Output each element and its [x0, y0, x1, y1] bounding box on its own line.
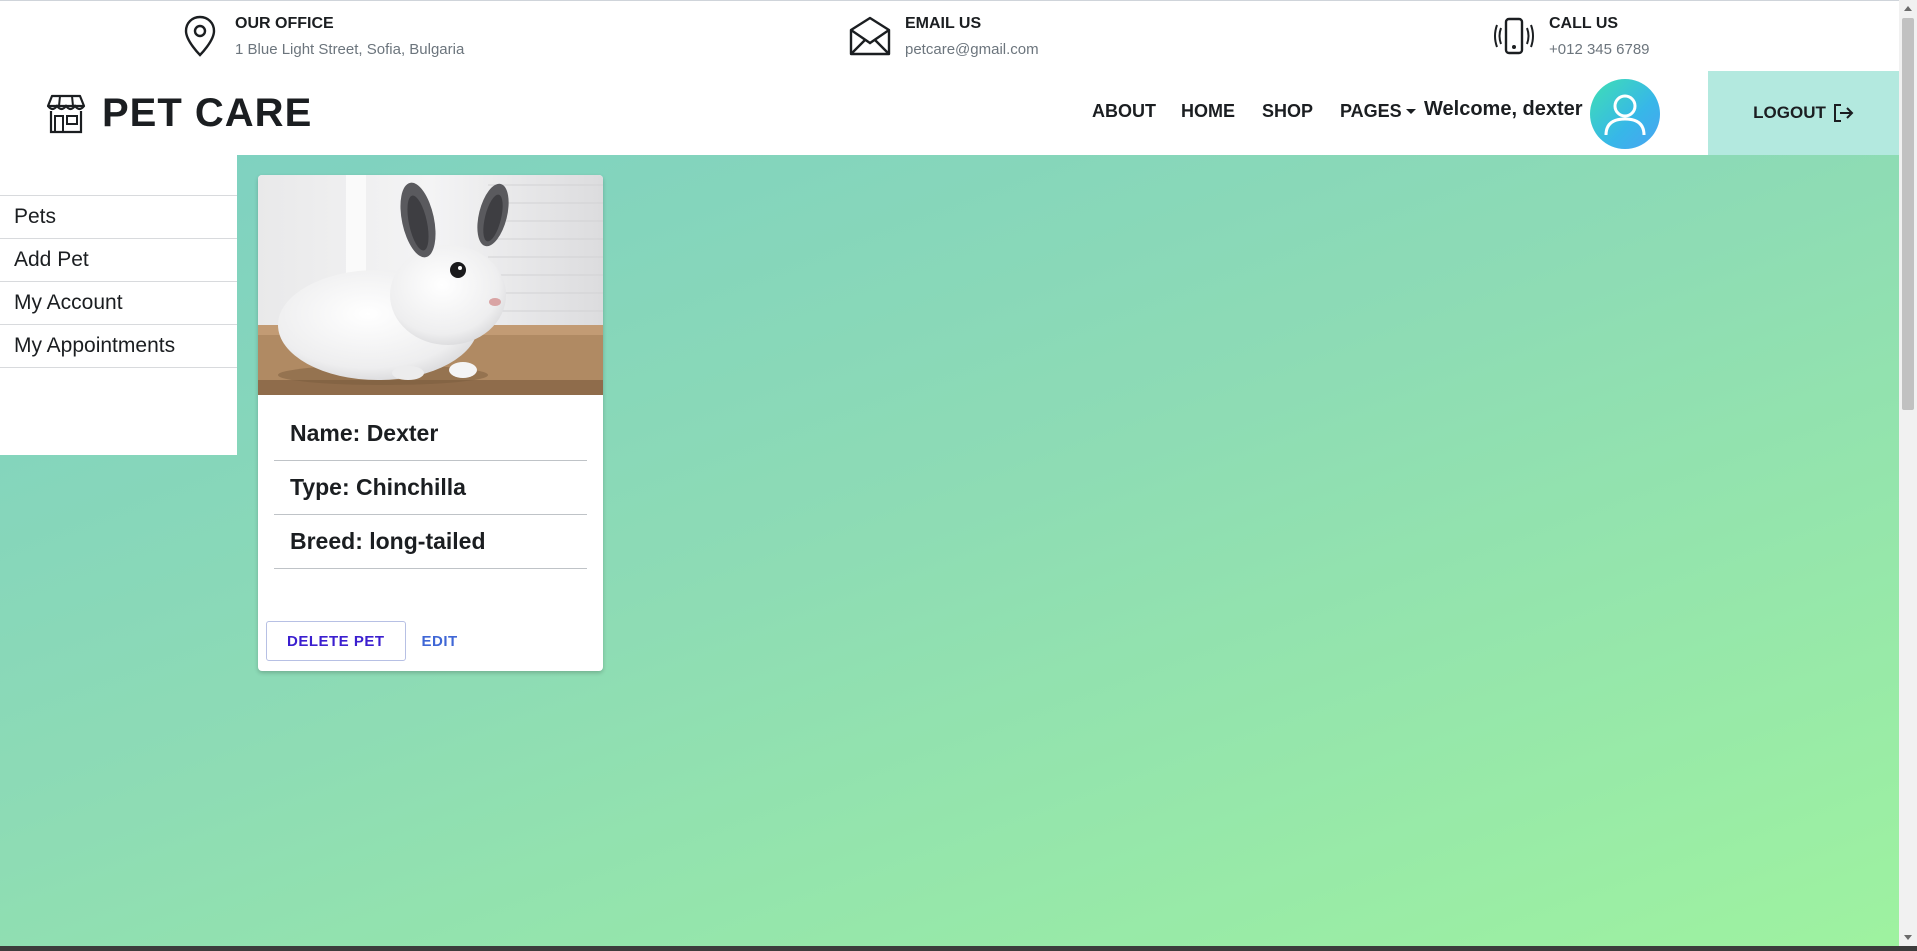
nav-pages-dropdown[interactable]: PAGES	[1340, 101, 1416, 122]
storefront-icon	[44, 92, 88, 136]
card-actions: DELETE PET EDIT	[266, 621, 474, 661]
pet-breed: Breed: long-tailed	[274, 515, 587, 569]
nav-about[interactable]: ABOUT	[1092, 101, 1156, 122]
sidebar-item-pets[interactable]: Pets	[0, 195, 237, 238]
sidebar-item-my-account[interactable]: My Account	[0, 281, 237, 324]
top-info-bar: OUR OFFICE 1 Blue Light Street, Sofia, B…	[0, 0, 1899, 72]
logout-label: LOGOUT	[1753, 103, 1826, 122]
sidebar: Pets Add Pet My Account My Appointments	[0, 155, 237, 455]
email-info: EMAIL US petcare@gmail.com	[847, 13, 1039, 59]
nav-shop[interactable]: SHOP	[1262, 101, 1313, 122]
nav-pages-label: PAGES	[1340, 101, 1402, 121]
scroll-down-icon[interactable]	[1904, 935, 1912, 940]
call-info: CALL US +012 345 6789	[1491, 13, 1650, 59]
pet-card: Name: Dexter Type: Chinchilla Breed: lon…	[258, 175, 603, 671]
navbar: PET CARE ABOUT HOME SHOP PAGES Welcome, …	[0, 71, 1899, 155]
envelope-icon	[847, 13, 893, 59]
pet-type: Type: Chinchilla	[274, 461, 587, 515]
sidebar-item-add-pet[interactable]: Add Pet	[0, 238, 237, 281]
office-info: OUR OFFICE 1 Blue Light Street, Sofia, B…	[177, 13, 464, 59]
user-avatar-icon[interactable]	[1590, 79, 1660, 149]
pet-name: Name: Dexter	[274, 407, 587, 461]
scroll-up-icon[interactable]	[1904, 6, 1912, 11]
edit-button[interactable]: EDIT	[406, 621, 474, 661]
scrollbar-thumb[interactable]	[1902, 18, 1914, 410]
logout-button[interactable]: LOGOUT	[1708, 71, 1899, 155]
email-label: EMAIL US	[905, 15, 982, 32]
window-bottom-edge	[0, 946, 1917, 951]
office-label: OUR OFFICE	[235, 15, 334, 32]
welcome-text: Welcome, dexter	[1424, 98, 1583, 120]
location-pin-icon	[177, 13, 223, 59]
phone-number[interactable]: +012 345 6789	[1549, 41, 1650, 58]
call-label: CALL US	[1549, 15, 1619, 32]
nav-home[interactable]: HOME	[1181, 101, 1235, 122]
sidebar-menu: Pets Add Pet My Account My Appointments	[0, 195, 237, 368]
pet-photo	[258, 175, 603, 395]
office-address: 1 Blue Light Street, Sofia, Bulgaria	[235, 41, 465, 58]
delete-pet-button[interactable]: DELETE PET	[266, 621, 406, 661]
email-address[interactable]: petcare@gmail.com	[905, 41, 1039, 58]
logout-icon	[1833, 104, 1854, 122]
scrollbar[interactable]	[1899, 0, 1917, 946]
pet-details: Name: Dexter Type: Chinchilla Breed: lon…	[274, 407, 587, 569]
sidebar-item-my-appointments[interactable]: My Appointments	[0, 324, 237, 368]
caret-down-icon	[1405, 109, 1416, 114]
phone-icon	[1491, 13, 1537, 59]
brand-name: PET CARE	[102, 91, 313, 135]
brand[interactable]: PET CARE	[44, 91, 312, 136]
